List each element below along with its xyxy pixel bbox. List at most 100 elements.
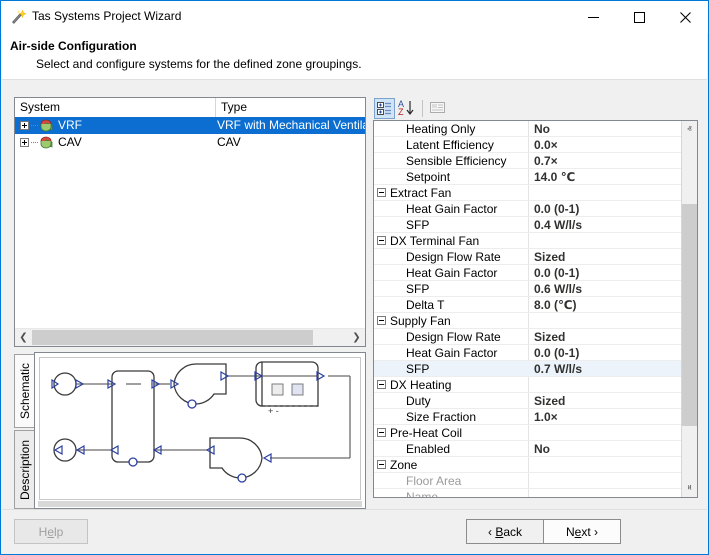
property-category-row[interactable]: Zone	[374, 457, 681, 473]
property-row[interactable]: Sensible Efficiency 0.7×	[374, 153, 681, 169]
tab-schematic[interactable]: Schematic	[14, 354, 35, 428]
next-button[interactable]: Next ›	[543, 519, 621, 544]
scroll-left-arrow-icon[interactable]: ❮	[15, 329, 32, 346]
property-row[interactable]: Heat Gain Factor 0.0 (0-1)	[374, 201, 681, 217]
property-value[interactable]: 14.0 ℃	[534, 169, 575, 185]
system-list[interactable]: System Type VRF VRF with Mechanical Venti…	[14, 97, 366, 347]
property-name: Heat Gain Factor	[406, 346, 498, 360]
tree-connector-line	[31, 125, 39, 126]
property-value[interactable]: 0.6 W/l/s	[534, 281, 582, 297]
property-row[interactable]: Latent Efficiency 0.0×	[374, 137, 681, 153]
property-value[interactable]: Sized	[534, 393, 565, 409]
schematic-panel[interactable]: + -	[34, 352, 366, 509]
property-value[interactable]: 1.0×	[534, 409, 558, 425]
hscroll-thumb[interactable]	[32, 330, 313, 345]
property-grid-toolbar: A Z	[373, 97, 698, 120]
column-header-type[interactable]: Type	[216, 98, 365, 117]
property-row[interactable]: Size Fraction 1.0×	[374, 409, 681, 425]
close-button[interactable]	[662, 1, 708, 33]
property-row[interactable]: Enabled No	[374, 441, 681, 457]
property-value[interactable]: Sized	[534, 249, 565, 265]
property-name: DX Terminal Fan	[390, 234, 480, 248]
property-value[interactable]: 0.0×	[534, 137, 558, 153]
property-row[interactable]: SFP 0.7 W/l/s	[374, 361, 681, 377]
maximize-button[interactable]	[616, 1, 662, 33]
vscroll-thumb[interactable]	[682, 204, 697, 426]
property-row[interactable]: Setpoint 14.0 ℃	[374, 169, 681, 185]
system-row-vrf[interactable]: VRF VRF with Mechanical Ventilation	[15, 117, 365, 134]
schematic-section: Schematic Description + -	[14, 352, 366, 509]
system-name: VRF	[58, 118, 82, 132]
collapse-icon[interactable]	[377, 236, 386, 245]
collapse-icon[interactable]	[377, 380, 386, 389]
property-row[interactable]: Design Flow Rate Sized	[374, 249, 681, 265]
property-value[interactable]: 0.0 (0-1)	[534, 345, 579, 361]
property-category-row[interactable]: Extract Fan	[374, 185, 681, 201]
property-row[interactable]: Heating Only No	[374, 121, 681, 137]
system-row-cav[interactable]: CAV CAV	[15, 134, 365, 151]
help-button-label: Help	[38, 524, 64, 539]
expand-icon[interactable]	[20, 138, 29, 147]
property-row[interactable]: Heat Gain Factor 0.0 (0-1)	[374, 345, 681, 361]
scroll-down-arrow-icon[interactable]: ⱝ	[682, 480, 697, 497]
page-subtitle: Select and configure systems for the def…	[36, 57, 362, 71]
property-value[interactable]: 0.7×	[534, 153, 558, 169]
scroll-right-arrow-icon[interactable]: ❯	[348, 329, 365, 346]
property-name: Latent Efficiency	[406, 138, 494, 152]
property-category-row[interactable]: Pre-Heat Coil	[374, 425, 681, 441]
property-row[interactable]: Name	[374, 489, 681, 497]
property-grid-vscrollbar[interactable]: ⱏ ⱝ	[681, 121, 697, 497]
expand-icon[interactable]	[20, 121, 29, 130]
property-row[interactable]: Floor Area	[374, 473, 681, 489]
page-title: Air-side Configuration	[10, 39, 137, 53]
collapse-icon[interactable]	[377, 188, 386, 197]
property-row[interactable]: Heat Gain Factor 0.0 (0-1)	[374, 265, 681, 281]
collapse-icon[interactable]	[377, 428, 386, 437]
property-value[interactable]: 0.0 (0-1)	[534, 265, 579, 281]
property-row[interactable]: Delta T 8.0 (℃)	[374, 297, 681, 313]
property-value[interactable]: 0.0 (0-1)	[534, 201, 579, 217]
back-button[interactable]: ‹ Back	[466, 519, 544, 544]
property-name: Size Fraction	[406, 410, 477, 424]
collapse-icon[interactable]	[377, 316, 386, 325]
property-grid[interactable]: Heating Only No Latent Efficiency 0.0× Sensi…	[373, 120, 698, 498]
property-name: Heat Gain Factor	[406, 266, 498, 280]
column-header-system[interactable]: System	[15, 98, 216, 117]
property-name: Delta T	[406, 298, 445, 312]
property-value[interactable]: Sized	[534, 329, 565, 345]
property-row[interactable]: Duty Sized	[374, 393, 681, 409]
system-type: VRF with Mechanical Ventilation	[217, 118, 365, 132]
property-row[interactable]: SFP 0.6 W/l/s	[374, 281, 681, 297]
property-grid-rows: Heating Only No Latent Efficiency 0.0× Sensi…	[374, 121, 681, 497]
property-value[interactable]: 0.4 W/l/s	[534, 217, 582, 233]
property-category-row[interactable]: DX Terminal Fan	[374, 233, 681, 249]
system-list-header: System Type	[15, 98, 365, 118]
property-value[interactable]: No	[534, 441, 550, 457]
scroll-up-arrow-icon[interactable]: ⱏ	[682, 121, 697, 138]
property-name: Enabled	[406, 442, 451, 456]
property-row[interactable]: SFP 0.4 W/l/s	[374, 217, 681, 233]
schematic-canvas[interactable]: + -	[39, 357, 361, 500]
property-pages-icon	[428, 98, 449, 119]
property-name: Floor Area	[406, 474, 462, 488]
schematic-hscrollbar[interactable]	[38, 501, 362, 507]
property-value[interactable]: No	[534, 121, 550, 137]
collapse-icon[interactable]	[377, 460, 386, 469]
property-name: Pre-Heat Coil	[390, 426, 463, 440]
categorized-view-icon[interactable]	[374, 98, 395, 119]
property-category-row[interactable]: DX Heating	[374, 377, 681, 393]
svg-text:+ -: + -	[268, 406, 279, 416]
property-row[interactable]: Design Flow Rate Sized	[374, 329, 681, 345]
minimize-button[interactable]	[570, 1, 616, 33]
property-name: Name	[406, 490, 439, 497]
property-value[interactable]: 0.7 W/l/s	[534, 361, 582, 377]
svg-text:Z: Z	[398, 107, 404, 117]
property-value[interactable]: 8.0 (℃)	[534, 297, 577, 313]
system-list-hscrollbar[interactable]: ❮ ❯	[15, 328, 365, 346]
system-icon	[40, 119, 55, 132]
property-name: Setpoint	[406, 170, 451, 184]
tab-description[interactable]: Description	[14, 430, 35, 509]
property-name: Sensible Efficiency	[406, 154, 507, 168]
property-category-row[interactable]: Supply Fan	[374, 313, 681, 329]
alphabetical-sort-icon[interactable]: A Z	[397, 98, 418, 119]
